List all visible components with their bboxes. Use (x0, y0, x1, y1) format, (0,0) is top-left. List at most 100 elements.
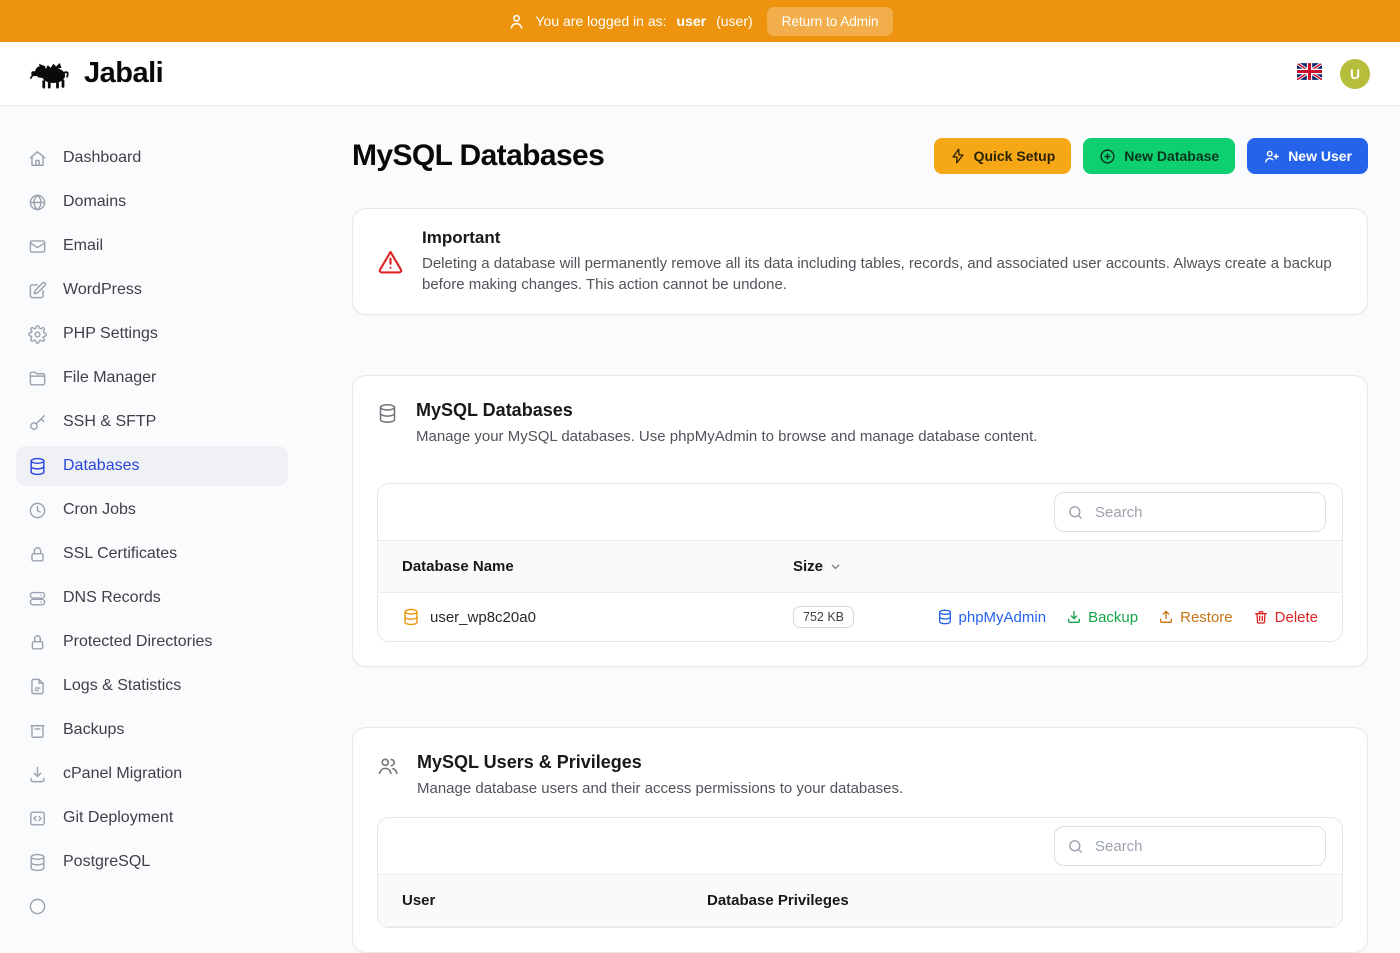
uk-flag-icon (1297, 63, 1322, 80)
layout: Dashboard Domains Email WordPress PHP Se… (0, 106, 1400, 900)
sidebar-item-postgresql[interactable]: PostgreSQL (16, 842, 288, 882)
sidebar-item-label: Email (63, 237, 103, 255)
sidebar-item-label: Cron Jobs (63, 501, 136, 519)
sidebar-item-label: Dashboard (63, 149, 141, 167)
database-icon (28, 853, 47, 872)
user-plus-icon (1263, 148, 1280, 165)
database-row: user_wp8c20a0 752 KB phpMyAdmin Backup (378, 593, 1342, 641)
restore-label: Restore (1180, 609, 1233, 626)
sidebar-item-ssl-certificates[interactable]: SSL Certificates (16, 534, 288, 574)
upload-tray-icon (1158, 609, 1174, 625)
database-icon (402, 608, 420, 626)
brand-name: Jabali (84, 57, 163, 90)
users-search (1054, 826, 1326, 866)
users-section: MySQL Users & Privileges Manage database… (352, 727, 1368, 953)
database-icon (377, 403, 398, 424)
restore-link[interactable]: Restore (1158, 609, 1233, 626)
users-section-subtitle: Manage database users and their access p… (417, 780, 903, 797)
quick-setup-button[interactable]: Quick Setup (934, 138, 1072, 174)
sidebar-item-dns-records[interactable]: DNS Records (16, 578, 288, 618)
new-database-button[interactable]: New Database (1083, 138, 1235, 174)
column-size[interactable]: Size (793, 558, 1318, 575)
sidebar-item-cron-jobs[interactable]: Cron Jobs (16, 490, 288, 530)
sidebar-item-ssh-sftp[interactable]: SSH & SFTP (16, 402, 288, 442)
home-icon (28, 149, 47, 168)
sidebar-item-clipped[interactable] (16, 886, 288, 926)
sidebar-item-label: Databases (63, 457, 140, 475)
users-search-row (378, 818, 1342, 874)
language-flag-uk[interactable] (1297, 63, 1322, 85)
users-table-header: User Database Privileges (378, 874, 1342, 927)
sidebar-item-databases[interactable]: Databases (16, 446, 288, 486)
phpmyadmin-link[interactable]: phpMyAdmin (937, 609, 1047, 626)
backup-link[interactable]: Backup (1066, 609, 1138, 626)
header-right: U (1297, 59, 1370, 89)
key-icon (28, 413, 47, 432)
gear-icon (28, 325, 47, 344)
page-head: MySQL Databases Quick Setup New Database… (352, 138, 1368, 174)
sidebar-item-label: SSL Certificates (63, 545, 177, 563)
new-database-label: New Database (1124, 148, 1219, 164)
sidebar-item-logs-statistics[interactable]: Logs & Statistics (16, 666, 288, 706)
delete-label: Delete (1275, 609, 1318, 626)
clock-icon (28, 501, 47, 520)
mail-icon (28, 237, 47, 256)
phpmyadmin-label: phpMyAdmin (959, 609, 1047, 626)
sidebar-item-dashboard[interactable]: Dashboard (16, 138, 288, 178)
sidebar-item-protected-directories[interactable]: Protected Directories (16, 622, 288, 662)
sidebar-item-file-manager[interactable]: File Manager (16, 358, 288, 398)
main-content: MySQL Databases Quick Setup New Database… (304, 106, 1400, 900)
sidebar-item-cpanel-migration[interactable]: cPanel Migration (16, 754, 288, 794)
sidebar-item-php-settings[interactable]: PHP Settings (16, 314, 288, 354)
database-icon (28, 457, 47, 476)
code-square-icon (28, 809, 47, 828)
sidebar-item-label: Git Deployment (63, 809, 173, 827)
sidebar-item-label: File Manager (63, 369, 156, 387)
sidebar-item-wordpress[interactable]: WordPress (16, 270, 288, 310)
search-icon (1067, 838, 1084, 855)
sidebar-item-label: Backups (63, 721, 124, 739)
plus-circle-icon (1099, 148, 1116, 165)
databases-search-row (378, 484, 1342, 540)
warning-body: Deleting a database will permanently rem… (422, 254, 1343, 295)
warning-content: Important Deleting a database will perma… (422, 228, 1343, 295)
sidebar-item-backups[interactable]: Backups (16, 710, 288, 750)
lock-icon (28, 545, 47, 564)
sidebar-item-label: DNS Records (63, 589, 161, 607)
archive-box-icon (28, 721, 47, 740)
user-icon (507, 12, 526, 31)
sidebar-item-label: WordPress (63, 281, 142, 299)
users-section-title: MySQL Users & Privileges (417, 752, 903, 773)
trash-icon (1253, 609, 1269, 625)
new-user-button[interactable]: New User (1247, 138, 1368, 174)
impersonation-bar: You are logged in as: user (user) Return… (0, 0, 1400, 42)
column-database-name: Database Name (402, 558, 793, 575)
databases-section: MySQL Databases Manage your MySQL databa… (352, 375, 1368, 667)
return-to-admin-button[interactable]: Return to Admin (767, 7, 894, 36)
delete-link[interactable]: Delete (1253, 609, 1318, 626)
logged-in-prefix: You are logged in as: (536, 13, 667, 29)
databases-search-input[interactable] (1093, 503, 1313, 522)
globe-icon (28, 193, 47, 212)
download-tray-icon (1066, 609, 1082, 625)
sidebar-item-label: Domains (63, 193, 126, 211)
database-name-cell: user_wp8c20a0 (402, 608, 793, 626)
databases-section-text: MySQL Databases Manage your MySQL databa… (416, 400, 1037, 445)
logged-in-message: You are logged in as: user (user) (507, 12, 753, 31)
app-header: Jabali U (0, 42, 1400, 106)
users-section-head: MySQL Users & Privileges Manage database… (377, 752, 1343, 797)
databases-section-head: MySQL Databases Manage your MySQL databa… (377, 400, 1343, 445)
users-icon (377, 755, 399, 777)
sidebar-item-email[interactable]: Email (16, 226, 288, 266)
brand-logo[interactable]: Jabali (30, 57, 163, 91)
quick-setup-label: Quick Setup (974, 148, 1056, 164)
sidebar-item-git-deployment[interactable]: Git Deployment (16, 798, 288, 838)
sidebar-item-domains[interactable]: Domains (16, 182, 288, 222)
boar-logo-icon (30, 57, 74, 91)
users-search-input[interactable] (1093, 837, 1313, 856)
warning-title: Important (422, 228, 1343, 248)
user-avatar[interactable]: U (1340, 59, 1370, 89)
database-icon (937, 609, 953, 625)
databases-section-title: MySQL Databases (416, 400, 1037, 421)
search-icon (1067, 504, 1084, 521)
